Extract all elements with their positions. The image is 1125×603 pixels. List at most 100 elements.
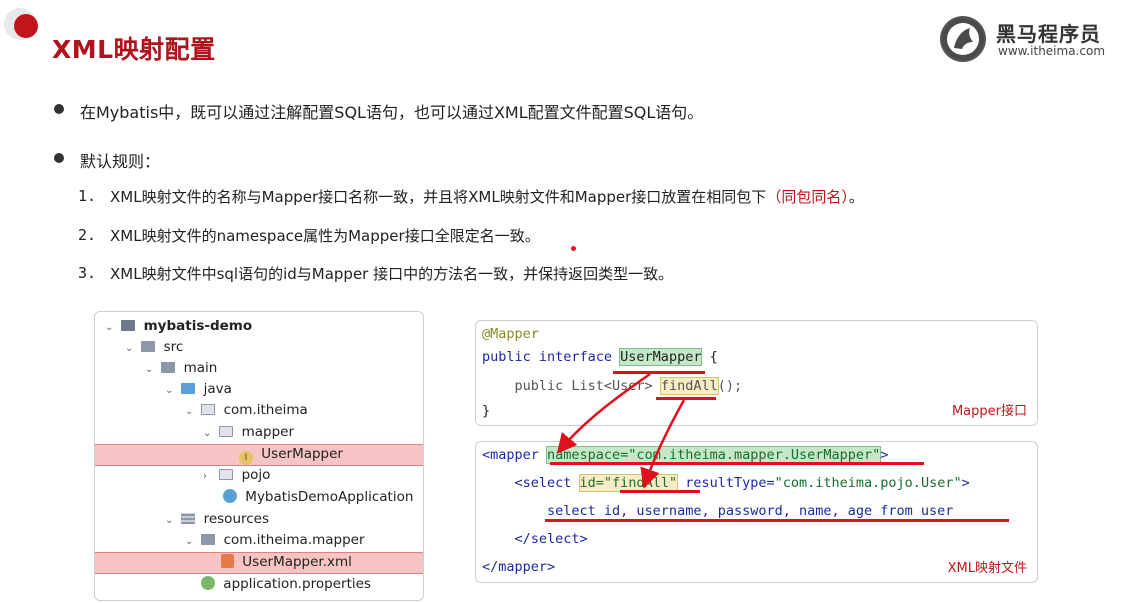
- code-close-brace: }: [482, 403, 491, 419]
- rule-text-1: XML映射文件的名称与Mapper接口名称一致，并且将XML映射文件和Mappe…: [110, 186, 864, 207]
- source-folder-icon: [181, 383, 196, 394]
- folder-icon: [141, 341, 156, 352]
- code-annotation: @Mapper: [482, 326, 539, 342]
- sql-statement: select id, username, password, name, age…: [482, 503, 954, 519]
- package-icon: [219, 469, 234, 480]
- tree-node-label: application.properties: [223, 576, 371, 592]
- tree-node-label: UserMapper.xml: [242, 554, 352, 570]
- tree-node-com-itheima-mapper[interactable]: ⌄ com.itheima.mapper: [185, 530, 365, 551]
- rule-number: 1.: [78, 187, 97, 205]
- result-type-attr: resultType=: [677, 475, 775, 491]
- tree-node-label: MybatisDemoApplication: [245, 489, 414, 505]
- xml-tag-close: >: [880, 447, 889, 463]
- namespace-attr: namespace="com.itheima.mapper.UserMapper…: [546, 446, 882, 464]
- chevron-down-icon[interactable]: ⌄: [125, 338, 137, 359]
- rule-text-3: XML映射文件中sql语句的id与Mapper 接口中的方法名一致，并保持返回类…: [110, 265, 674, 283]
- rule-1-emphasis: （同包同名）: [766, 188, 849, 206]
- rule-number: 3.: [78, 264, 97, 282]
- tree-node-main[interactable]: ⌄ main: [145, 358, 217, 379]
- xml-line-mapper: <mapper namespace="com.itheima.mapper.Us…: [482, 446, 889, 464]
- tree-node-mapper[interactable]: ⌄ mapper: [203, 422, 294, 443]
- bullet-text-2: 默认规则：: [80, 152, 161, 171]
- chevron-down-icon[interactable]: ⌄: [145, 359, 157, 380]
- tree-node-label: mapper: [241, 424, 295, 440]
- xml-file-icon: [221, 554, 234, 568]
- code-line-interface: public interface UserMapper {: [482, 348, 718, 366]
- tree-node-label: com.itheima.mapper: [223, 532, 365, 548]
- tree-node-label: UserMapper: [261, 446, 343, 462]
- method-name: findAll: [659, 377, 719, 395]
- java-code-panel: @Mapper public interface UserMapper { pu…: [475, 320, 1038, 426]
- code-brace: {: [701, 349, 718, 365]
- brand-name: 黑马程序员: [996, 22, 1101, 46]
- tree-node-label: com.itheima: [223, 402, 308, 418]
- folder-icon: [161, 362, 176, 373]
- interface-icon: I: [239, 451, 253, 465]
- decorative-circle-red: [14, 14, 38, 38]
- tree-node-label: pojo: [241, 467, 271, 483]
- package-icon: [219, 426, 234, 437]
- module-folder-icon: [121, 320, 136, 331]
- underline-interface-name: [613, 371, 705, 374]
- chevron-down-icon[interactable]: ⌄: [185, 401, 197, 422]
- rule-number: 2.: [78, 226, 97, 244]
- tree-node-label: resources: [203, 511, 270, 527]
- tree-node-java[interactable]: ⌄ java: [165, 379, 232, 400]
- chevron-down-icon[interactable]: ⌄: [203, 423, 215, 444]
- tree-node-resources[interactable]: ⌄ resources: [165, 509, 269, 530]
- cursor-mark: [571, 246, 576, 251]
- resources-folder-icon: [181, 513, 196, 524]
- code-line-method: public List<User> findAll();: [482, 377, 743, 395]
- xml-tag-close: >: [961, 475, 970, 491]
- xml-line-select: <select id="findAll" resultType="com.ith…: [482, 474, 970, 492]
- underline-select-id: [620, 490, 700, 493]
- tree-node-mybatis-demo[interactable]: ⌄ mybatis-demo: [105, 316, 252, 337]
- properties-file-icon: [201, 576, 215, 590]
- underline-method-name: [656, 397, 716, 400]
- folder-icon: [201, 534, 216, 545]
- horse-logo-icon: [940, 16, 986, 62]
- underline-namespace: [550, 462, 924, 465]
- xml-tag: <select: [482, 475, 580, 491]
- interface-name: UserMapper: [619, 348, 703, 366]
- tree-node-label: java: [203, 381, 232, 397]
- tree-node-mybatis-demo-application[interactable]: MybatisDemoApplication: [223, 487, 413, 508]
- chevron-down-icon[interactable]: ⌄: [165, 510, 177, 531]
- tree-node-com-itheima[interactable]: ⌄ com.itheima: [185, 400, 308, 421]
- tree-node-pojo[interactable]: › pojo: [203, 465, 270, 486]
- bullet-dot: [54, 104, 64, 114]
- code-keyword: public interface: [482, 349, 621, 365]
- xml-code-caption: XML映射文件: [947, 561, 1027, 576]
- underline-sql: [545, 519, 1009, 522]
- chevron-down-icon[interactable]: ⌄: [185, 531, 197, 552]
- tree-node-src[interactable]: ⌄ src: [125, 337, 183, 358]
- xml-mapper-close: </mapper>: [482, 559, 556, 575]
- rule-1-main: XML映射文件的名称与Mapper接口名称一致，并且将XML映射文件和Mappe…: [110, 188, 767, 206]
- rule-1-tail: 。: [848, 188, 864, 206]
- select-id-attr: id="findAll": [578, 474, 679, 492]
- xml-tag: <mapper: [482, 447, 548, 463]
- rule-text-2: XML映射文件的namespace属性为Mapper接口全限定名一致。: [110, 227, 540, 245]
- brand-logo: 黑马程序员 www.itheima.com: [940, 14, 1110, 64]
- tree-node-usermapper[interactable]: I UserMapper: [239, 444, 343, 465]
- spring-class-icon: [223, 489, 237, 503]
- bullet-dot: [54, 153, 64, 163]
- tree-node-usermapper-xml[interactable]: UserMapper.xml: [221, 552, 352, 573]
- project-tree: ⌄ mybatis-demo ⌄ src ⌄ main ⌄ java ⌄ com…: [94, 311, 424, 601]
- java-code-caption: Mapper接口: [951, 404, 1027, 419]
- xml-select-close: </select>: [482, 531, 588, 547]
- package-icon: [201, 404, 216, 415]
- tree-node-label: mybatis-demo: [143, 318, 253, 334]
- chevron-down-icon[interactable]: ⌄: [105, 317, 117, 338]
- method-tail: ();: [717, 378, 743, 394]
- tree-node-application-properties[interactable]: application.properties: [201, 574, 371, 595]
- chevron-right-icon[interactable]: ›: [203, 466, 215, 487]
- slide-title: XML映射配置: [52, 35, 216, 64]
- tree-node-label: main: [183, 360, 218, 376]
- brand-url: www.itheima.com: [998, 44, 1106, 58]
- chevron-down-icon[interactable]: ⌄: [165, 380, 177, 401]
- method-signature: public List<User>: [482, 378, 661, 394]
- tree-node-label: src: [163, 339, 184, 355]
- result-type-value: "com.itheima.pojo.User": [774, 475, 962, 491]
- bullet-text-1: 在Mybatis中，既可以通过注解配置SQL语句，也可以通过XML配置文件配置S…: [80, 103, 704, 122]
